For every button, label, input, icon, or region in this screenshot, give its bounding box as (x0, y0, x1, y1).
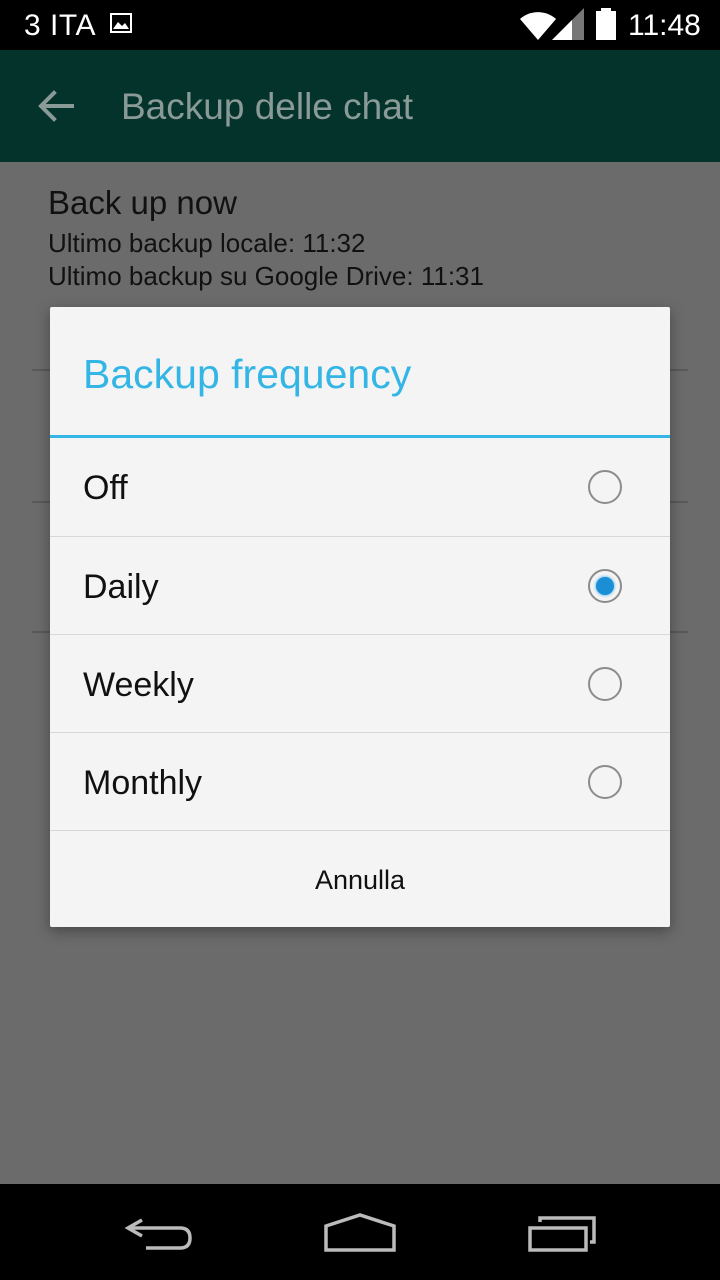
option-weekly[interactable]: Weekly (50, 635, 670, 733)
local-backup-text: Ultimo backup locale: 11:32 (48, 228, 366, 258)
recents-icon[interactable] (526, 1214, 598, 1254)
backup-frequency-dialog: Backup frequency Off Daily Weekly Monthl… (50, 307, 670, 927)
option-monthly[interactable]: Monthly (50, 733, 670, 831)
clock: 11:48 (628, 9, 701, 42)
cancel-button[interactable]: Annulla (50, 831, 670, 927)
arrow-left-icon[interactable] (36, 86, 76, 126)
status-bar: 3 ITA 11:48 (0, 0, 720, 50)
option-off[interactable]: Off (50, 438, 670, 536)
dialog-title: Backup frequency (83, 351, 412, 397)
cancel-label: Annulla (314, 865, 406, 895)
radio-button-checked[interactable] (588, 569, 622, 603)
option-label: Off (83, 469, 128, 507)
back-icon[interactable] (124, 1214, 196, 1254)
option-label: Daily (83, 568, 159, 606)
option-label: Monthly (83, 764, 203, 802)
image-notification-icon (110, 13, 132, 33)
backup-now-title[interactable]: Back up now (48, 184, 237, 222)
drive-backup-text: Ultimo backup su Google Drive: 11:31 (48, 261, 484, 291)
carrier-label: 3 ITA (24, 9, 96, 42)
battery-icon (596, 8, 616, 40)
radio-button[interactable] (588, 667, 622, 701)
option-daily[interactable]: Daily (50, 537, 670, 635)
home-icon[interactable] (322, 1212, 398, 1254)
radio-button[interactable] (588, 470, 622, 504)
radio-button[interactable] (588, 765, 622, 799)
page-title: Backup delle chat (121, 86, 414, 127)
option-label: Weekly (83, 666, 194, 704)
signal-icon (552, 8, 584, 40)
